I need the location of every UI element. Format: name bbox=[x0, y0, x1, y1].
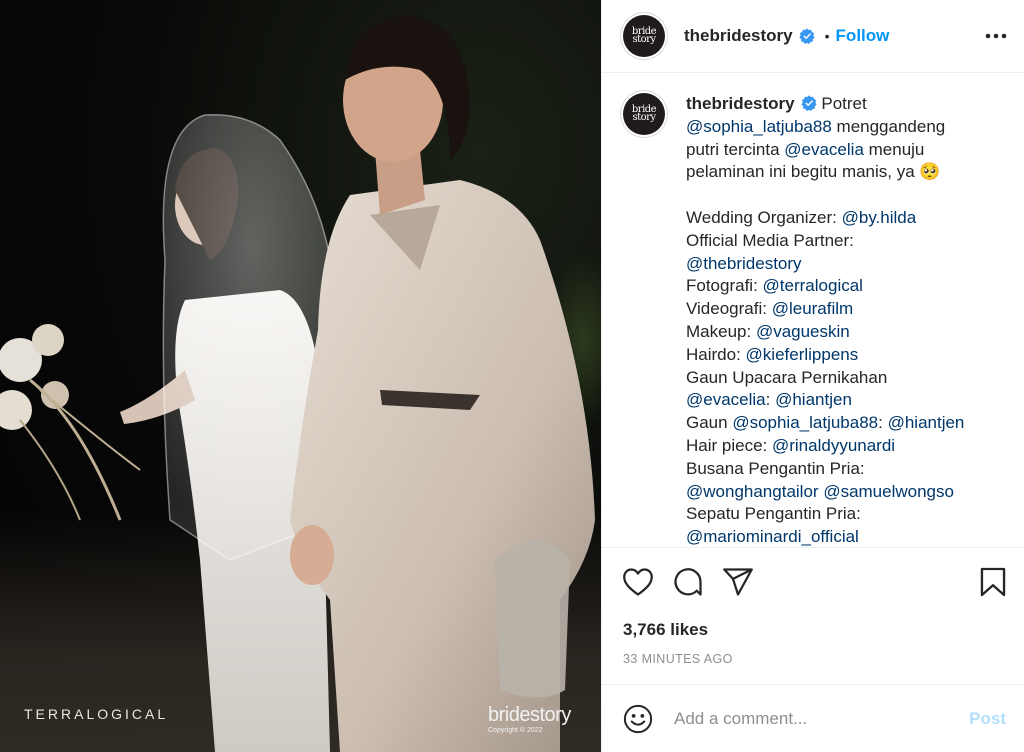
caption-avatar-logo: bride story bbox=[631, 104, 657, 123]
likes-count[interactable]: 3,766 likes bbox=[623, 620, 1008, 640]
caption-line: Videografi: @leurafilm bbox=[686, 298, 996, 321]
caption-line: @mariominardi_official bbox=[686, 526, 996, 546]
mention-link[interactable]: @vagueskin bbox=[756, 322, 850, 341]
watermark-brand: bridestory bbox=[488, 704, 571, 726]
caption-line: @evacelia: @hiantjen bbox=[686, 389, 996, 412]
post-header: bride story thebridestory • Follow bbox=[602, 0, 1024, 73]
post-side-panel: bride story thebridestory • Follow bride s… bbox=[601, 0, 1024, 752]
post-timestamp[interactable]: 33 MINUTES AGO bbox=[623, 652, 1008, 666]
mention-link[interactable]: @terralogical bbox=[763, 276, 863, 295]
instagram-post-modal: TERRALOGICAL bridestory Copyright © 2022… bbox=[0, 0, 1024, 752]
mention-link[interactable]: @evacelia bbox=[686, 390, 766, 409]
comment-input[interactable] bbox=[674, 709, 970, 729]
caption-line: Gaun Upacara Pernikahan bbox=[686, 367, 996, 390]
emoji-icon[interactable] bbox=[623, 704, 653, 734]
post-comment-button[interactable]: Post bbox=[969, 709, 1006, 729]
header-separator: • bbox=[824, 28, 830, 44]
mention-link[interactable]: @leurafilm bbox=[772, 299, 854, 318]
caption-text-segment: Gaun Upacara Pernikahan bbox=[686, 367, 888, 387]
like-button[interactable] bbox=[623, 567, 653, 597]
post-photo[interactable]: TERRALOGICAL bridestory Copyright © 2022 bbox=[0, 0, 601, 752]
caption-line: @sophia_latjuba88 menggandeng bbox=[686, 116, 996, 139]
caption-line: Sepatu Pengantin Pria: bbox=[686, 503, 996, 526]
mention-link[interactable]: @rinaldyyunardi bbox=[772, 436, 895, 455]
caption-text-segment: Videografi: bbox=[686, 299, 772, 319]
caption-text-segment: Makeup: bbox=[686, 321, 756, 341]
watermark-bridestory: bridestory Copyright © 2022 bbox=[488, 704, 571, 734]
share-button[interactable] bbox=[723, 567, 753, 597]
caption-line: Hairdo: @kieferlippens bbox=[686, 344, 996, 367]
caption-line: pelaminan ini begitu manis, ya 🥺 bbox=[686, 161, 996, 184]
caption-line: putri tercinta @evacelia menuju bbox=[686, 139, 996, 162]
caption-line: Fotografi: @terralogical bbox=[686, 275, 996, 298]
post-actions: 3,766 likes 33 MINUTES AGO bbox=[602, 547, 1024, 685]
action-icons bbox=[623, 548, 1008, 616]
caption-gap bbox=[686, 184, 996, 207]
mention-link[interactable]: @mariominardi_official bbox=[686, 527, 859, 546]
bookmark-icon bbox=[980, 567, 1006, 597]
caption-text: thebridestory Potret @sophia_latjuba88 m… bbox=[686, 93, 996, 546]
comment-bar: Post bbox=[602, 686, 1024, 752]
mention-link[interactable]: @wonghangtailor bbox=[686, 482, 819, 501]
more-options-icon bbox=[985, 33, 1007, 39]
caption-line: @wonghangtailor @samuelwongso bbox=[686, 481, 996, 504]
caption-text-segment: Gaun bbox=[686, 413, 733, 433]
caption-text-segment: : bbox=[765, 390, 776, 410]
share-icon bbox=[723, 568, 753, 596]
comment-button[interactable] bbox=[673, 567, 703, 597]
mention-link[interactable]: @by.hilda bbox=[842, 208, 917, 227]
caption-username[interactable]: thebridestory bbox=[686, 94, 795, 113]
verified-badge-icon bbox=[799, 28, 815, 44]
caption-text-segment: Potret bbox=[816, 94, 867, 113]
caption-line: Busana Pengantin Pria: bbox=[686, 458, 996, 481]
caption-text-segment: Wedding Organizer: bbox=[686, 207, 842, 227]
caption-first-line: Potret bbox=[816, 94, 867, 113]
caption-line: @thebridestory bbox=[686, 253, 996, 276]
mention-link[interactable]: @sophia_latjuba88 bbox=[732, 413, 878, 432]
bouquet bbox=[0, 324, 141, 521]
more-options-button[interactable] bbox=[984, 24, 1008, 48]
watermark-copyright: Copyright © 2022 bbox=[488, 727, 543, 734]
mention-link[interactable]: @hiantjen bbox=[888, 413, 965, 432]
caption-text-segment: Sepatu Pengantin Pria: bbox=[686, 504, 861, 524]
caption-text-segment: menggandeng bbox=[831, 116, 946, 136]
caption-text-segment: Fotografi: bbox=[686, 276, 763, 296]
caption-text-segment: menuju bbox=[863, 139, 925, 159]
mention-link[interactable]: @hiantjen bbox=[775, 390, 852, 409]
caption-line: Hair piece: @rinaldyyunardi bbox=[686, 435, 996, 458]
caption-text-segment: Busana Pengantin Pria: bbox=[686, 458, 865, 478]
caption-line: Official Media Partner: bbox=[686, 230, 996, 253]
mention-link[interactable]: @sophia_latjuba88 bbox=[686, 117, 832, 136]
comment-icon bbox=[674, 568, 702, 596]
heart-icon bbox=[623, 568, 653, 596]
caption-text-segment: putri tercinta bbox=[686, 139, 785, 159]
caption-avatar[interactable]: bride story bbox=[623, 93, 665, 135]
avatar-logo: bride story bbox=[631, 26, 657, 45]
photo-scene bbox=[0, 15, 595, 752]
mention-link[interactable]: @evacelia bbox=[784, 140, 864, 159]
watermark-terralogical: TERRALOGICAL bbox=[24, 706, 169, 722]
caption-text-segment: pelaminan ini begitu manis, ya 🥺 bbox=[686, 162, 941, 182]
caption-area: bride story thebridestory Potret @sophia_… bbox=[602, 74, 1024, 546]
caption-line: Wedding Organizer: @by.hilda bbox=[686, 207, 996, 230]
save-button[interactable] bbox=[978, 567, 1008, 597]
caption-line: Makeup: @vagueskin bbox=[686, 321, 996, 344]
header-username[interactable]: thebridestory bbox=[684, 26, 793, 46]
caption-text-segment: Hairdo: bbox=[686, 344, 746, 364]
caption-text-segment: Hair piece: bbox=[686, 435, 772, 455]
mention-link[interactable]: @kieferlippens bbox=[746, 345, 859, 364]
mention-link[interactable]: @samuelwongso bbox=[823, 482, 954, 501]
caption-text-segment: : bbox=[878, 413, 888, 433]
avatar[interactable]: bride story bbox=[623, 15, 665, 57]
caption-line: Gaun @sophia_latjuba88: @hiantjen bbox=[686, 412, 996, 435]
caption-line: thebridestory Potret bbox=[686, 93, 996, 116]
mention-link[interactable]: @thebridestory bbox=[686, 254, 802, 273]
verified-badge-icon bbox=[801, 95, 817, 111]
caption-text-segment: Official Media Partner: bbox=[686, 230, 854, 250]
follow-button[interactable]: Follow bbox=[836, 26, 890, 46]
